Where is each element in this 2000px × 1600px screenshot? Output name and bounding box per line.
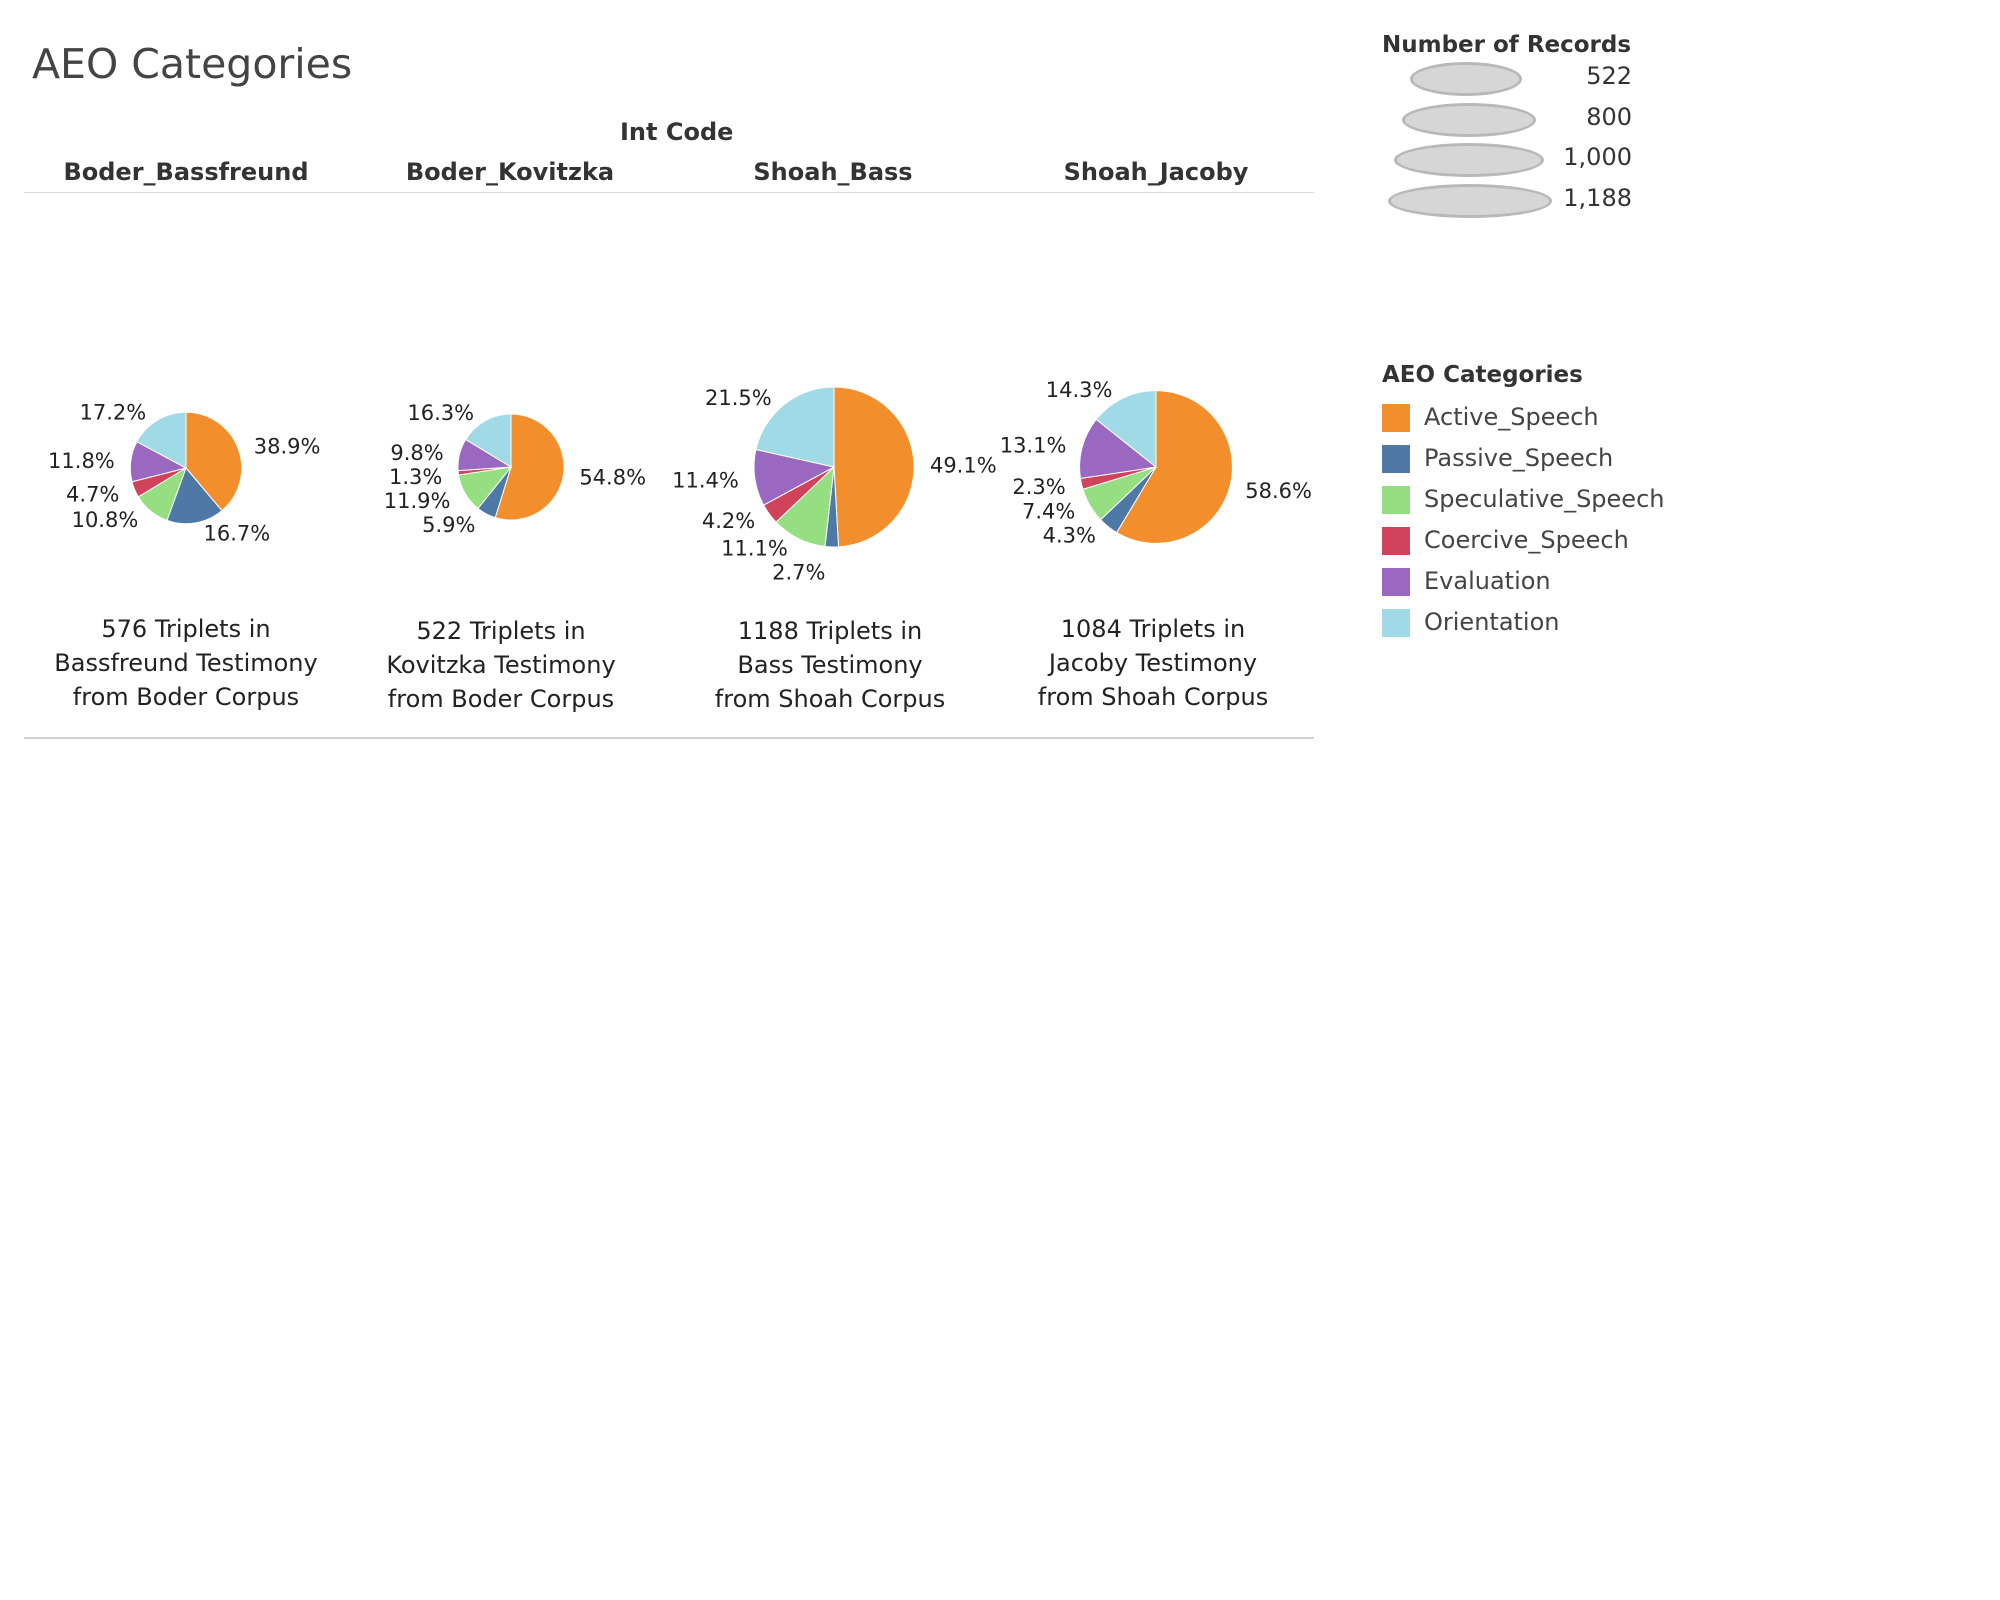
legend-swatch xyxy=(1382,445,1410,473)
size-legend-value: 1,000 xyxy=(1563,143,1632,171)
caption-line: 522 Triplets in xyxy=(416,617,586,645)
legend-item-evaluation[interactable]: Evaluation xyxy=(1382,564,1712,604)
caption-boder-kovitzka: 522 Triplets in Kovitzka Testimony from … xyxy=(341,614,661,716)
pie-percent-label: 4.2% xyxy=(702,509,755,533)
legend-item-speculative-speech[interactable]: Speculative_Speech xyxy=(1382,482,1712,522)
legend-swatch xyxy=(1382,404,1410,432)
legend-item-coercive-speech[interactable]: Coercive_Speech xyxy=(1382,523,1712,563)
size-legend-item: 1,000 xyxy=(1382,139,1682,179)
pie-percent-label: 7.4% xyxy=(1022,500,1075,524)
size-marker xyxy=(1402,103,1536,137)
size-marker xyxy=(1410,62,1522,96)
pie-percent-label: 16.3% xyxy=(407,401,474,425)
color-legend: AEO Categories Active_Speech Passive_Spe… xyxy=(1382,362,1712,642)
pie-percent-label: 14.3% xyxy=(1046,378,1113,402)
caption-shoah-bass: 1188 Triplets in Bass Testimony from Sho… xyxy=(670,614,990,716)
pie-percent-label: 11.8% xyxy=(48,449,115,473)
legend-swatch xyxy=(1382,568,1410,596)
pie-percent-label: 11.1% xyxy=(721,537,788,561)
pie-percent-label: 5.9% xyxy=(422,513,475,537)
size-marker xyxy=(1388,184,1552,218)
pie-percent-label: 54.8% xyxy=(579,465,646,489)
legend-label: Evaluation xyxy=(1424,567,1551,595)
pie-percent-label: 10.8% xyxy=(72,508,139,532)
size-legend-value: 800 xyxy=(1586,103,1632,131)
size-legend-item: 1,188 xyxy=(1382,180,1682,220)
pie-percent-label: 11.4% xyxy=(672,468,739,492)
pie-percent-label: 1.3% xyxy=(389,465,442,489)
size-legend-value: 1,188 xyxy=(1563,184,1632,212)
legend-swatch xyxy=(1382,486,1410,514)
legend-label: Passive_Speech xyxy=(1424,444,1614,472)
caption-line: Bass Testimony xyxy=(737,651,923,679)
legend-label: Orientation xyxy=(1424,608,1560,636)
pie-percent-label: 2.7% xyxy=(772,561,825,585)
color-legend-title: AEO Categories xyxy=(1382,362,1583,388)
legend-item-orientation[interactable]: Orientation xyxy=(1382,605,1712,645)
pie-percent-label: 38.9% xyxy=(254,434,321,458)
pie-percent-label: 4.3% xyxy=(1043,524,1096,548)
legend-swatch xyxy=(1382,609,1410,637)
size-legend-item: 522 xyxy=(1382,58,1682,98)
legend-label: Active_Speech xyxy=(1424,403,1599,431)
caption-line: from Boder Corpus xyxy=(387,685,615,713)
legend-item-passive-speech[interactable]: Passive_Speech xyxy=(1382,441,1712,481)
caption-line: Bassfreund Testimony xyxy=(54,649,318,677)
pie-percent-label: 16.7% xyxy=(203,522,270,546)
caption-shoah-jacoby: 1084 Triplets in Jacoby Testimony from S… xyxy=(993,612,1313,714)
pie-percent-label: 21.5% xyxy=(705,386,772,410)
size-marker xyxy=(1394,143,1544,177)
size-legend-item: 800 xyxy=(1382,99,1682,139)
pie-slice-active-speech[interactable] xyxy=(833,386,915,548)
pie-percent-label: 4.7% xyxy=(66,482,119,506)
pie-percent-label: 13.1% xyxy=(1000,434,1067,458)
legend-swatch xyxy=(1382,527,1410,555)
pie-percent-label: 58.6% xyxy=(1245,479,1312,503)
caption-boder-bassfreund: 576 Triplets in Bassfreund Testimony fro… xyxy=(26,612,346,714)
caption-line: 1188 Triplets in xyxy=(737,617,923,645)
footer-divider xyxy=(24,737,1314,739)
pie-percent-label: 17.2% xyxy=(80,401,147,425)
pie-percent-label: 49.1% xyxy=(930,453,997,477)
pie-percent-label: 2.3% xyxy=(1012,475,1065,499)
size-legend-title: Number of Records xyxy=(1382,32,1632,58)
caption-line: Jacoby Testimony xyxy=(1048,649,1258,677)
legend-label: Coercive_Speech xyxy=(1424,526,1629,554)
pie-percent-label: 11.9% xyxy=(384,489,451,513)
caption-line: Kovitzka Testimony xyxy=(386,651,616,679)
caption-line: from Shoah Corpus xyxy=(714,685,946,713)
legend-label: Speculative_Speech xyxy=(1424,485,1665,513)
pie-percent-label: 9.8% xyxy=(390,441,443,465)
size-legend: Number of Records 522 800 1,000 1,188 xyxy=(1382,32,1682,232)
size-legend-value: 522 xyxy=(1586,62,1632,90)
caption-line: from Shoah Corpus xyxy=(1037,683,1269,711)
legend-item-active-speech[interactable]: Active_Speech xyxy=(1382,400,1712,440)
caption-line: 1084 Triplets in xyxy=(1060,615,1246,643)
caption-line: from Boder Corpus xyxy=(72,683,300,711)
caption-line: 576 Triplets in xyxy=(101,615,271,643)
